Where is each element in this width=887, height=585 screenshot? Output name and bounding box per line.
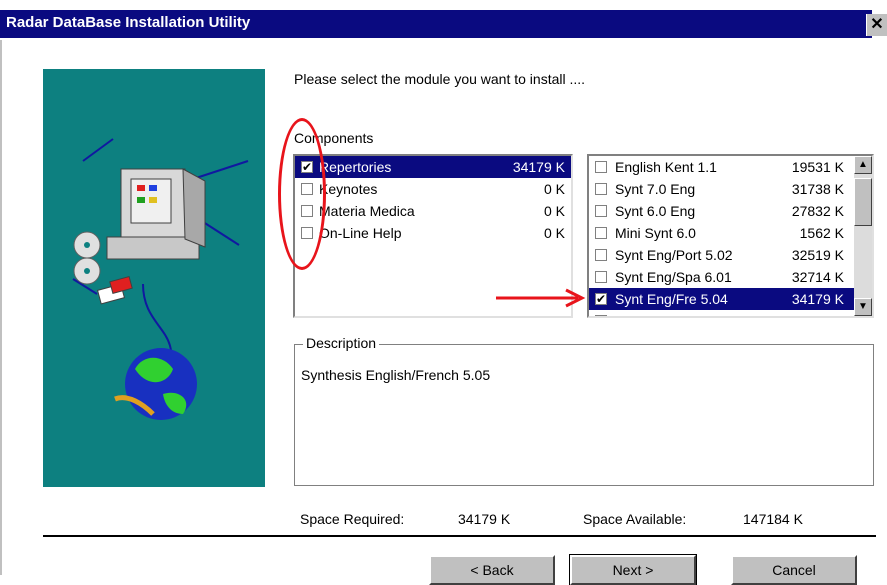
- subcomponent-item[interactable]: Mini Synt 6.0 1562 K: [589, 222, 872, 244]
- computer-globe-illustration: [72, 138, 249, 420]
- scroll-thumb[interactable]: [854, 178, 872, 226]
- setup-illustration: [43, 69, 265, 487]
- close-icon[interactable]: ✕: [866, 14, 887, 36]
- component-name: Materia Medica: [319, 203, 415, 219]
- subcomponent-item[interactable]: Vakil Eng 7.0 1464 K: [589, 310, 872, 316]
- checkbox-icon[interactable]: [595, 205, 607, 217]
- checkbox-icon[interactable]: [595, 161, 607, 173]
- cancel-button[interactable]: Cancel: [731, 555, 857, 585]
- description-group: Description Synthesis English/French 5.0…: [294, 335, 874, 486]
- component-item-online-help[interactable]: On-Line Help 0 K: [295, 222, 571, 244]
- subcomponent-size: 32714 K: [791, 269, 844, 285]
- subcomponents-listbox[interactable]: English Kent 1.1 19531 K Synt 7.0 Eng 31…: [587, 154, 874, 318]
- subcomponent-item[interactable]: Synt Eng/Port 5.02 32519 K: [589, 244, 872, 266]
- component-name: Keynotes: [319, 181, 378, 197]
- window-title: Radar DataBase Installation Utility: [6, 14, 251, 31]
- checkbox-icon[interactable]: [595, 271, 607, 283]
- component-item-keynotes[interactable]: Keynotes 0 K: [295, 178, 571, 200]
- space-available-value: 147184 K: [743, 511, 803, 527]
- subcomponent-size: 19531 K: [791, 159, 844, 175]
- component-item-repertories[interactable]: ✔ Repertories 34179 K: [295, 156, 571, 178]
- space-required-value: 34179 K: [458, 511, 511, 527]
- vertical-scrollbar[interactable]: ▲ ▼: [854, 156, 872, 316]
- checkbox-icon[interactable]: [595, 249, 607, 261]
- back-button[interactable]: < Back: [429, 555, 555, 585]
- subcomponent-item[interactable]: English Kent 1.1 19531 K: [589, 156, 872, 178]
- scroll-down-icon[interactable]: ▼: [854, 298, 872, 316]
- checkbox-icon[interactable]: [595, 315, 607, 316]
- subcomponent-name: Synt Eng/Spa 6.01: [615, 269, 732, 285]
- component-size: 0 K: [543, 225, 565, 241]
- subcomponent-item[interactable]: Synt 6.0 Eng 27832 K: [589, 200, 872, 222]
- component-size: 0 K: [543, 203, 565, 219]
- component-item-materia-medica[interactable]: Materia Medica 0 K: [295, 200, 571, 222]
- subcomponent-size: 31738 K: [791, 181, 844, 197]
- subcomponent-name: English Kent 1.1: [615, 159, 717, 175]
- subcomponent-name: Mini Synt 6.0: [615, 225, 696, 241]
- checkbox-checked-icon[interactable]: ✔: [301, 161, 313, 173]
- subcomponent-item[interactable]: Synt Eng/Spa 6.01 32714 K: [589, 266, 872, 288]
- component-name: On-Line Help: [319, 225, 402, 241]
- checkbox-icon[interactable]: [301, 183, 313, 195]
- components-listbox[interactable]: ✔ Repertories 34179 K Keynotes 0 K Mater…: [293, 154, 573, 318]
- component-size: 0 K: [543, 181, 565, 197]
- space-available-label: Space Available:: [583, 511, 687, 527]
- separator-line: [43, 535, 876, 537]
- subcomponent-size: 1464 K: [800, 310, 844, 316]
- checkbox-icon[interactable]: [301, 205, 313, 217]
- components-label: Components: [294, 130, 374, 146]
- space-required-label: Space Required:: [300, 511, 405, 527]
- checkbox-icon[interactable]: [595, 227, 607, 239]
- description-label: Description: [303, 335, 380, 351]
- subcomponent-size: 1562 K: [799, 225, 844, 241]
- subcomponent-name: Synt Eng/Fre 5.04: [615, 291, 728, 307]
- subcomponent-name: Synt Eng/Port 5.02: [615, 247, 733, 263]
- checkbox-checked-icon[interactable]: ✔: [595, 293, 607, 305]
- subcomponent-size: 27832 K: [791, 203, 844, 219]
- subcomponent-item[interactable]: Synt 7.0 Eng 31738 K: [589, 178, 872, 200]
- subcomponent-item-selected[interactable]: ✔ Synt Eng/Fre 5.04 34179 K: [589, 288, 872, 310]
- window-border: [0, 40, 2, 575]
- title-bar: Radar DataBase Installation Utility ✕: [0, 0, 887, 40]
- subcomponent-name: Synt 6.0 Eng: [615, 203, 696, 219]
- install-prompt: Please select the module you want to ins…: [294, 71, 586, 87]
- next-button[interactable]: Next >: [569, 554, 697, 585]
- description-text: Synthesis English/French 5.05: [301, 367, 491, 383]
- component-name: Repertories: [319, 159, 392, 175]
- subcomponent-name: Synt 7.0 Eng: [615, 181, 696, 197]
- subcomponent-size: 34179 K: [791, 291, 844, 307]
- scroll-up-icon[interactable]: ▲: [854, 156, 872, 174]
- checkbox-icon[interactable]: [595, 183, 607, 195]
- subcomponent-size: 32519 K: [791, 247, 844, 263]
- component-size: 34179 K: [512, 159, 565, 175]
- subcomponent-name: Vakil Eng 7.0: [615, 310, 696, 316]
- checkbox-icon[interactable]: [301, 227, 313, 239]
